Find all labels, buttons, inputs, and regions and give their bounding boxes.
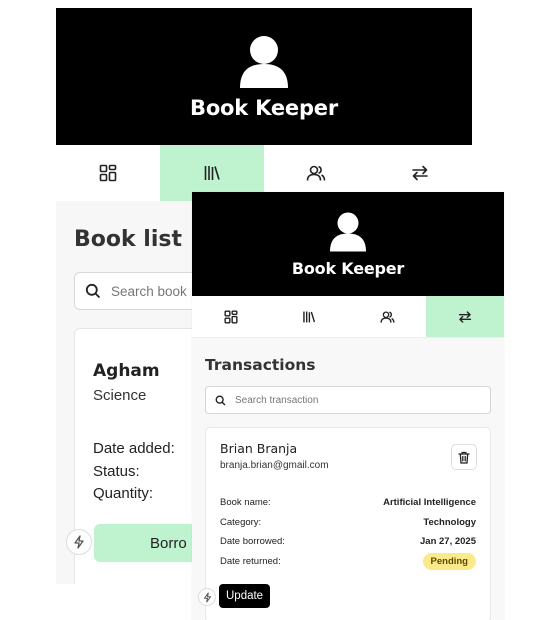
user-avatar-icon — [240, 35, 288, 88]
app-header: Book Keeper — [192, 192, 504, 296]
quantity-label: Quantity: — [93, 485, 154, 502]
update-button[interactable]: Update — [219, 584, 271, 608]
status-label: Status: — [93, 462, 140, 480]
app-title: Book Keeper — [291, 258, 405, 278]
transaction-details: Book name: Artificial Intelligence Categ… — [220, 493, 476, 571]
delete-button[interactable] — [451, 444, 477, 470]
category-value: Technology — [423, 516, 476, 528]
dashboard-icon — [99, 164, 117, 182]
book-title: Agham — [93, 361, 160, 381]
tab-users[interactable] — [348, 296, 426, 337]
category-label: Category: — [220, 516, 262, 528]
transactions-content: Transactions Search transaction Brian Br… — [192, 338, 504, 620]
status-badge: Pending — [422, 553, 476, 571]
tab-dashboard[interactable] — [192, 296, 270, 337]
detail-row: Book name: Artificial Intelligence — [220, 493, 476, 513]
bolt-badge[interactable] — [198, 588, 216, 606]
tab-books[interactable] — [270, 296, 348, 337]
books-icon — [204, 166, 220, 180]
app-title: Book Keeper — [190, 95, 338, 120]
date-returned-label: Date returned: — [220, 556, 281, 568]
search-input[interactable]: Search transaction — [205, 386, 491, 414]
borrower-email: branja.brian@gmail.com — [220, 460, 329, 471]
detail-row: Date borrowed: Jan 27, 2025 — [220, 532, 476, 552]
books-icon — [303, 311, 316, 322]
date-added-label: Date added: — [93, 440, 175, 457]
book-name-label: Book name: — [220, 497, 271, 509]
bolt-icon — [74, 535, 84, 549]
book-name-value: Artificial Intelligence — [383, 497, 476, 509]
bolt-badge[interactable] — [66, 529, 92, 555]
transactions-icon — [458, 310, 472, 323]
dashboard-icon — [224, 309, 238, 324]
date-borrowed-label: Date borrowed: — [220, 536, 285, 548]
search-icon — [215, 395, 226, 405]
transactions-screen: Book Keeper Transactions Search transact… — [192, 192, 504, 620]
page-title: Transactions — [205, 356, 316, 374]
tab-dashboard[interactable] — [56, 145, 160, 201]
users-icon — [379, 310, 395, 323]
detail-row: Date returned: Pending — [220, 552, 476, 572]
detail-row: Category: Technology — [220, 513, 476, 533]
user-avatar-icon — [330, 212, 366, 251]
date-borrowed-value: Jan 27, 2025 — [420, 536, 476, 548]
main-nav — [192, 296, 504, 338]
search-placeholder: Search book — [111, 283, 187, 299]
borrower-name: Brian Branja — [220, 441, 298, 456]
trash-icon — [458, 451, 470, 464]
bolt-icon — [203, 591, 211, 603]
transactions-icon — [412, 165, 428, 181]
book-category: Science — [93, 387, 147, 404]
app-header: Book Keeper — [56, 8, 472, 145]
tab-transactions[interactable] — [426, 296, 504, 337]
users-icon — [306, 165, 326, 181]
search-icon — [85, 283, 101, 299]
search-placeholder: Search transaction — [235, 394, 319, 406]
